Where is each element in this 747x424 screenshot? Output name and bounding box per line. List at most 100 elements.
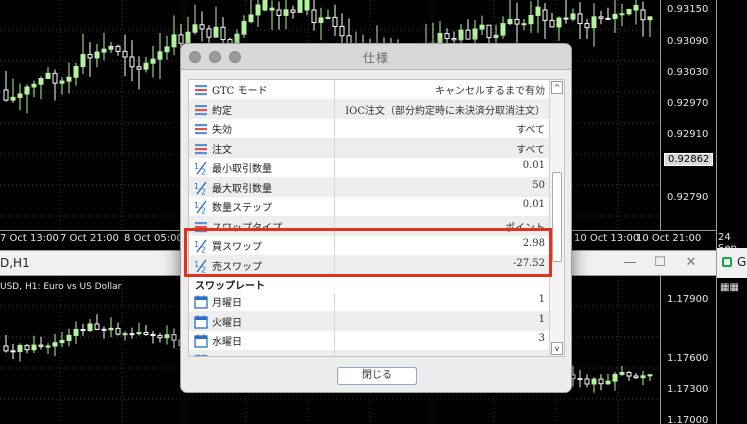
window-icon <box>722 257 732 267</box>
candle-body <box>108 327 114 331</box>
spec-label-cell: 月曜日 <box>189 291 335 311</box>
candle-body <box>255 4 261 16</box>
spec-label: 約定 <box>212 105 232 117</box>
candle-body <box>45 72 51 80</box>
spec-value: 50 <box>532 179 545 191</box>
half-icon: 12 <box>194 199 208 216</box>
candle-body <box>129 333 135 336</box>
specification-dialog: 仕様 木曜日水曜日3火曜日1月曜日1スワップレート12売スワップ-27.5212… <box>180 43 572 393</box>
candle-body <box>479 24 485 30</box>
candle-body <box>647 16 653 21</box>
candle-body <box>605 380 611 385</box>
svg-text:1: 1 <box>194 162 199 171</box>
spec-row[interactable]: 1 2 最大取引数量 50 <box>189 176 551 197</box>
candle-body <box>626 8 632 15</box>
candle-body <box>73 329 79 336</box>
candle-body <box>24 86 30 95</box>
spec-row[interactable]: 火曜日 1 <box>189 310 551 331</box>
svg-text:2: 2 <box>201 187 206 195</box>
candle-body <box>59 339 65 344</box>
candle-body <box>584 378 590 385</box>
scroll-up-button[interactable]: ^ <box>551 81 563 94</box>
time-tick: 8 Oct 05:00 <box>124 233 183 244</box>
flag-icon: ▦▦ <box>720 282 739 293</box>
candle-body <box>66 334 72 341</box>
right-tab-strip[interactable]: G <box>716 248 747 278</box>
spec-label: 数量ステップ <box>212 203 272 214</box>
candle-body <box>94 51 100 59</box>
stack-icon <box>194 82 208 96</box>
candle-body <box>605 17 611 20</box>
price-tick: 1.17300 <box>667 384 709 395</box>
candle-body <box>136 332 142 335</box>
candle-body <box>143 332 149 335</box>
candle-body <box>122 333 128 336</box>
candle-body <box>640 9 646 21</box>
right-side-panel <box>716 0 747 424</box>
scroll-thumb[interactable] <box>552 172 562 262</box>
spec-value: すべて <box>516 144 545 156</box>
candle-body <box>311 9 317 23</box>
candle-body <box>598 16 604 19</box>
scroll-down-button[interactable]: v <box>551 342 563 355</box>
minimize-icon[interactable]: — <box>622 255 638 270</box>
spec-label-cell: 失効 <box>189 118 335 138</box>
section-header: スワップレート <box>189 275 551 293</box>
spec-value: IOC注文（部分約定時に未決済分取消注文） <box>345 105 545 117</box>
candle-body <box>493 34 499 39</box>
calendar-icon <box>194 333 208 348</box>
candle-body <box>500 23 506 36</box>
spec-row[interactable]: 注文 すべて <box>189 137 551 158</box>
price-tick: 0.92970 <box>667 98 709 109</box>
spec-list[interactable]: 木曜日水曜日3火曜日1月曜日1スワップレート12売スワップ-27.5212買スワ… <box>188 79 565 357</box>
candle-body <box>150 58 156 64</box>
stack-icon <box>194 141 208 155</box>
spec-row[interactable]: 水曜日 3 <box>189 330 551 350</box>
spec-label: 最大取引数量 <box>212 183 272 195</box>
candle-body <box>633 375 639 379</box>
price-tick: 0.93030 <box>667 67 709 78</box>
spec-value: 0.01 <box>522 199 545 210</box>
candle-body <box>10 96 16 101</box>
candle-body <box>164 334 170 339</box>
candle-body <box>87 323 93 332</box>
candle-body <box>339 25 345 37</box>
candle-body <box>80 329 86 332</box>
close-icon[interactable]: ✕ <box>683 255 699 270</box>
candle-body <box>549 19 555 28</box>
candle-body <box>87 54 93 59</box>
spec-row[interactable]: GTC モード キャンセルするまで有効 <box>189 80 551 99</box>
candle-body <box>3 89 9 101</box>
candle-body <box>38 344 44 347</box>
candle-body <box>66 76 72 82</box>
dialog-titlebar[interactable]: 仕様 <box>181 44 571 70</box>
candle-body <box>633 5 639 11</box>
candle-body <box>332 16 338 27</box>
spec-row[interactable]: 1 2 数量ステップ 0.01 <box>189 196 551 216</box>
maximize-icon[interactable]: ☐ <box>652 255 668 270</box>
close-button[interactable]: 閉じる <box>337 367 417 385</box>
candle-body <box>45 345 51 348</box>
half-icon: 12 <box>194 180 208 196</box>
candle-body <box>458 29 464 41</box>
candle-body <box>59 80 65 84</box>
spec-row[interactable]: 失効 すべて <box>189 118 551 138</box>
spec-label-cell: 火曜日 <box>189 310 335 331</box>
spec-row[interactable]: 約定 IOC注文（部分約定時に未決済分取消注文） <box>189 98 551 119</box>
spec-label: 水曜日 <box>212 337 242 348</box>
spec-row[interactable]: 木曜日 <box>189 349 551 356</box>
candle-body <box>591 16 597 29</box>
section-header-label: スワップレート <box>195 281 265 292</box>
scrollbar[interactable]: ^ v <box>549 80 564 356</box>
svg-text:2: 2 <box>201 168 206 176</box>
candle-body <box>136 66 142 70</box>
spec-label: 注文 <box>212 144 232 156</box>
candle-body <box>143 62 149 70</box>
spec-label-cell: 約定 <box>189 98 335 119</box>
spec-row[interactable]: 月曜日 1 <box>189 291 551 311</box>
calendar-icon <box>194 314 208 329</box>
candle-body <box>262 0 268 11</box>
price-tick: 0.92910 <box>667 129 709 140</box>
highlight-box <box>184 228 552 277</box>
spec-row[interactable]: 1 2 最小取引数量 0.01 <box>189 157 551 177</box>
